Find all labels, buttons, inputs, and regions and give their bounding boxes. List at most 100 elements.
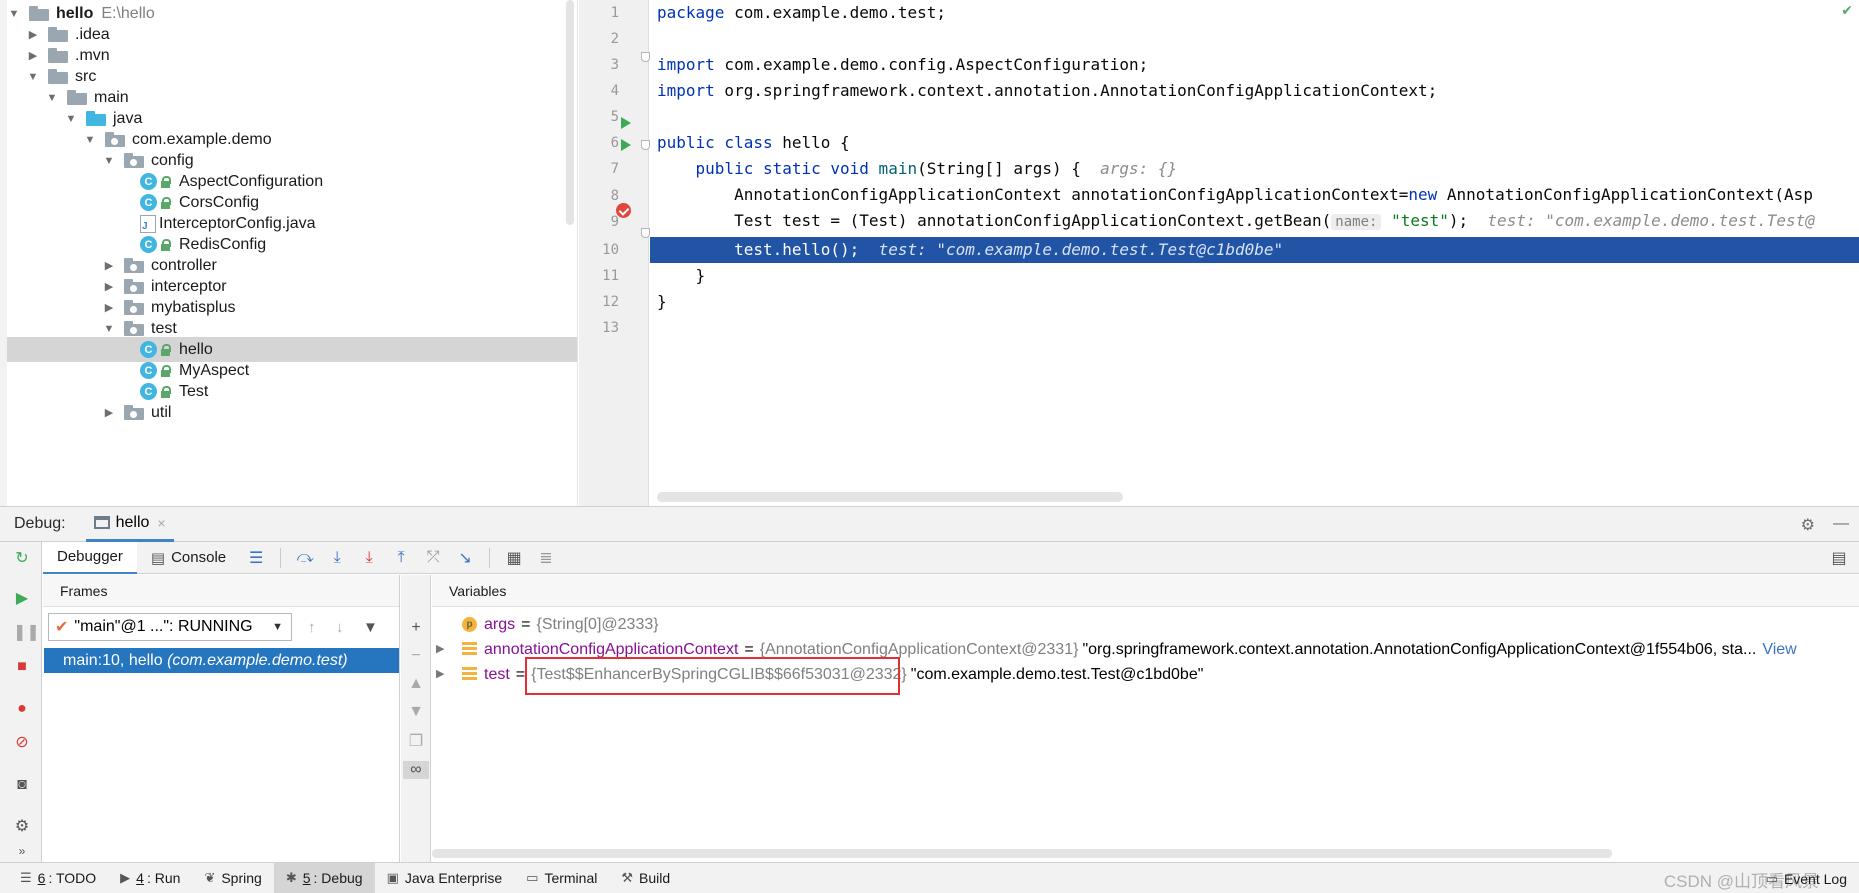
tool-window-button[interactable]: ☰ 6: TODO xyxy=(8,863,108,893)
tool-window-icon: ❦ xyxy=(204,870,216,885)
pause-program-icon[interactable]: ❚❚ xyxy=(13,624,40,642)
tool-window-button[interactable]: ▶ 4: Run xyxy=(108,863,192,893)
event-log-label: Event Log xyxy=(1783,870,1847,887)
expand-arrow-icon[interactable]: ▶ xyxy=(436,637,448,662)
filter-icon[interactable]: ▼ xyxy=(363,619,378,636)
run-to-cursor-icon[interactable]: ↘ xyxy=(449,542,481,574)
variables-horizontal-scrollbar[interactable] xyxy=(432,849,1612,858)
tool-window-label: Build xyxy=(639,870,671,886)
expanded-arrow-icon[interactable]: ▼ xyxy=(45,92,59,104)
evaluate-expression-icon[interactable]: ▦ xyxy=(498,542,530,574)
frames-panel: Frames ✔ "main"@1 ...": RUNNING ▼ ↑ ↓ ▼ … xyxy=(43,575,400,862)
folder-icon xyxy=(48,48,68,63)
collapsed-arrow-icon[interactable]: ▶ xyxy=(26,49,40,62)
tool-window-button[interactable]: ▣ Java Enterprise xyxy=(375,863,515,893)
tool-window-label: Terminal xyxy=(544,870,598,886)
next-frame-icon[interactable]: ↓ xyxy=(336,619,344,636)
shortcut-number: 4 xyxy=(136,870,144,886)
tree-item-label: test xyxy=(151,319,177,337)
move-up-icon[interactable]: ▲ xyxy=(407,675,425,693)
run-class-icon[interactable] xyxy=(621,117,631,129)
tree-scrollbar[interactable] xyxy=(566,0,574,225)
debugger-toolbar: Debugger ▤ Console ☰ ⤼ ⤓ ⤓ ⤒ ⤱ ↘ ▦ ≣ ▤ xyxy=(43,541,1859,574)
settings-gear-icon[interactable]: ⚙ xyxy=(1801,515,1815,535)
fold-method-icon[interactable] xyxy=(641,140,650,150)
collapsed-arrow-icon[interactable]: ▶ xyxy=(102,301,116,314)
drop-frame-icon[interactable]: ⤱ xyxy=(417,542,449,574)
minimize-icon[interactable]: — xyxy=(1833,515,1849,535)
lock-icon xyxy=(160,238,171,251)
code-line-9: Test test = (Test) annotationConfigAppli… xyxy=(657,208,1815,234)
expanded-arrow-icon[interactable]: ▼ xyxy=(26,71,40,83)
tool-window-button[interactable]: ▭ Terminal xyxy=(514,863,609,893)
step-out-icon[interactable]: ⤒ xyxy=(385,542,417,574)
editor-horizontal-scrollbar[interactable] xyxy=(657,492,1123,502)
code-line-6: public class hello { xyxy=(657,130,850,156)
tab-debugger[interactable]: Debugger xyxy=(43,541,137,574)
collapsed-arrow-icon[interactable]: ▶ xyxy=(102,280,116,293)
tool-window-button[interactable]: ⚒ Build xyxy=(609,863,682,893)
restore-layout-icon[interactable]: ▤ xyxy=(1823,542,1855,574)
debug-session-tab[interactable]: hello × xyxy=(85,506,174,542)
variable-name: args xyxy=(484,616,516,633)
field-icon xyxy=(462,667,477,682)
collapsed-arrow-icon[interactable]: ▶ xyxy=(26,28,40,41)
package-icon xyxy=(124,279,144,294)
rerun-icon[interactable]: ↻ xyxy=(13,550,31,568)
session-tab-label: hello xyxy=(115,513,150,531)
camera-icon[interactable]: ◙ xyxy=(13,776,31,794)
thread-selector[interactable]: ✔ "main"@1 ...": RUNNING ▼ xyxy=(48,613,292,641)
mute-breakpoints-icon[interactable]: ⊘ xyxy=(13,734,31,752)
copy-icon[interactable]: ❐ xyxy=(407,731,425,751)
expanded-arrow-icon[interactable]: ▼ xyxy=(83,134,97,146)
trace-icon[interactable]: ≣ xyxy=(530,542,562,574)
view-breakpoints-icon[interactable]: ● xyxy=(13,700,31,718)
red-highlight-annotation xyxy=(525,657,900,695)
editor-gutter: 1 2 3 4 5 6 7 8 9 10 11 12 13 xyxy=(579,0,649,506)
fold-imports-icon[interactable] xyxy=(641,52,650,62)
inspection-ok-icon[interactable]: ✔ xyxy=(1841,2,1853,19)
collapsed-arrow-icon[interactable]: ▶ xyxy=(102,406,116,419)
tab-console[interactable]: ▤ Console xyxy=(137,542,240,574)
move-down-icon[interactable]: ▼ xyxy=(407,703,425,721)
glasses-icon[interactable]: ∞ xyxy=(403,761,429,779)
resume-program-icon[interactable]: ▶ xyxy=(13,590,31,608)
tree-item[interactable]: ▶ util xyxy=(7,400,577,425)
settings-icon[interactable]: ⚙ xyxy=(13,818,31,836)
stop-icon[interactable]: ■ xyxy=(13,658,31,676)
stack-frame-row[interactable]: main:10, hello (com.example.demo.test) xyxy=(44,648,399,673)
expand-arrow-icon[interactable]: ▶ xyxy=(436,662,448,687)
tab-debugger-label: Debugger xyxy=(57,548,123,565)
step-into-icon[interactable]: ⤓ xyxy=(321,542,353,574)
variable-row[interactable]: p args = {String[0]@2333} xyxy=(432,612,659,637)
variables-side-toolbar: + − ▲ ▼ ❐ ∞ xyxy=(401,575,431,862)
tree-item-label: .idea xyxy=(75,25,110,43)
event-log-button[interactable]: ▭ Event Log xyxy=(1766,863,1847,893)
expanded-arrow-icon[interactable]: ▼ xyxy=(7,8,21,20)
close-tab-icon[interactable]: × xyxy=(157,515,165,531)
expanded-arrow-icon[interactable]: ▼ xyxy=(64,113,78,125)
force-step-into-icon[interactable]: ⤓ xyxy=(353,542,385,574)
tree-item-label: CorsConfig xyxy=(179,193,260,211)
thread-label: "main"@1 ...": RUNNING xyxy=(74,618,253,635)
toolbar-separator xyxy=(280,547,282,568)
lock-icon xyxy=(160,343,171,356)
tool-window-button[interactable]: ❦ Spring xyxy=(192,863,273,893)
fold-method-end-icon[interactable] xyxy=(641,228,650,238)
expanded-arrow-icon[interactable]: ▼ xyxy=(102,155,116,167)
run-main-icon[interactable] xyxy=(621,139,631,151)
remove-watch-icon[interactable]: − xyxy=(407,647,425,665)
view-link[interactable]: View xyxy=(1762,637,1796,662)
step-over-icon[interactable]: ⤼ xyxy=(289,542,321,574)
previous-frame-icon[interactable]: ↑ xyxy=(308,619,316,636)
tool-window-button[interactable]: ✱ 5: Debug xyxy=(273,862,375,893)
tree-item-label: java xyxy=(113,109,143,127)
code-text: (String[] args) { xyxy=(917,159,1081,178)
code-editor[interactable]: 1 2 3 4 5 6 7 8 9 10 11 12 13 package com.example.de… xyxy=(579,0,1859,506)
expanded-arrow-icon[interactable]: ▼ xyxy=(102,323,116,335)
collapsed-arrow-icon[interactable]: ▶ xyxy=(102,259,116,272)
more-icon[interactable]: » xyxy=(13,842,31,860)
breakpoint-icon[interactable] xyxy=(616,203,631,218)
add-watch-icon[interactable]: + xyxy=(407,619,425,637)
layout-menu-icon[interactable]: ☰ xyxy=(240,542,272,574)
